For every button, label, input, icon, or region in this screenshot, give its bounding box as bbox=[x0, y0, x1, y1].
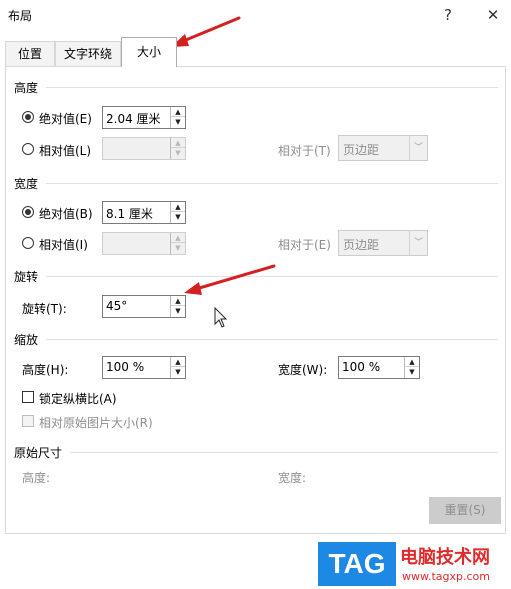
scale-width-label: 宽度(W): bbox=[278, 363, 328, 377]
height-relative-spin-buttons: ▲ ▼ bbox=[170, 138, 185, 159]
scale-height-spin-buttons: ▲ ▼ bbox=[170, 357, 185, 378]
spin-down-icon: ▼ bbox=[175, 149, 181, 157]
spin-up-icon: ▲ bbox=[171, 233, 185, 243]
rotation-value[interactable]: 45° bbox=[106, 299, 127, 313]
height-relative-to-value: 页边距 bbox=[343, 143, 380, 157]
spin-up-icon[interactable]: ▲ bbox=[171, 357, 185, 367]
width-absolute-spinner[interactable]: 8.1 厘米 ▲ ▼ bbox=[102, 201, 186, 224]
scale-width-spinner[interactable]: 100 % ▲ ▼ bbox=[338, 356, 420, 379]
spin-down-icon[interactable]: ▼ bbox=[171, 306, 185, 316]
height-absolute-spin-buttons: ▲ ▼ bbox=[170, 107, 185, 128]
spin-up-icon[interactable]: ▲ bbox=[171, 107, 185, 117]
scale-section-title: 缩放 bbox=[14, 333, 39, 347]
relative-original-size-label[interactable]: 相对原始图片大小(R) bbox=[39, 414, 153, 431]
chevron-down-icon: ﹀ bbox=[409, 136, 427, 160]
height-absolute-label: 绝对值(E) bbox=[39, 112, 92, 126]
width-relative-to-value: 页边距 bbox=[343, 238, 380, 252]
spin-up-icon[interactable]: ▲ bbox=[405, 357, 419, 367]
width-separator bbox=[46, 183, 498, 184]
width-relative-label: 相对值(I) bbox=[39, 238, 88, 252]
height-absolute-spinner[interactable]: 2.04 厘米 ▲ ▼ bbox=[102, 106, 186, 129]
spin-down-icon: ▼ bbox=[175, 244, 181, 252]
reset-button[interactable]: 重置(S) bbox=[429, 497, 501, 524]
annotation-arrow-rotation bbox=[184, 264, 276, 295]
height-relative-label: 相对值(L) bbox=[39, 144, 92, 158]
height-relative-to-select[interactable]: 页边距 ﹀ bbox=[338, 135, 428, 161]
rotation-label: 旋转(T): bbox=[22, 302, 67, 316]
spin-down-icon[interactable]: ▼ bbox=[171, 117, 185, 127]
tab-size[interactable]: 大小 bbox=[121, 37, 177, 67]
width-absolute-spin-buttons: ▲ ▼ bbox=[170, 202, 185, 223]
height-absolute-radio[interactable] bbox=[22, 111, 34, 123]
help-icon[interactable]: ? bbox=[437, 4, 459, 26]
height-relative-radio[interactable] bbox=[22, 143, 34, 155]
rotation-section-title: 旋转 bbox=[14, 270, 39, 284]
tab-position[interactable]: 位置 bbox=[5, 41, 55, 66]
size-panel: 高度 绝对值(E) 2.04 厘米 ▲ ▼ 相对值(L) ▲ ▼ 相对于(T) … bbox=[5, 66, 506, 534]
cursor-icon bbox=[214, 307, 228, 328]
rotation-spin-buttons: ▲ ▼ bbox=[170, 296, 185, 317]
scale-height-value[interactable]: 100 % bbox=[106, 360, 144, 374]
annotation-arrow-tab bbox=[171, 16, 241, 47]
lock-aspect-ratio-checkbox[interactable] bbox=[22, 391, 34, 403]
height-section-title: 高度 bbox=[14, 81, 39, 95]
original-width-label: 宽度: bbox=[278, 471, 307, 485]
close-icon[interactable]: ✕ bbox=[482, 4, 504, 26]
tab-strip: 位置 文字环绕 大小 bbox=[5, 37, 506, 67]
width-relative-spin-buttons: ▲ ▼ bbox=[170, 233, 185, 254]
scale-width-spin-buttons: ▲ ▼ bbox=[404, 357, 419, 378]
watermark-site-name: 电脑技术网 bbox=[400, 547, 490, 568]
height-absolute-value[interactable]: 2.04 厘米 bbox=[106, 110, 161, 127]
spin-down-icon[interactable]: ▼ bbox=[405, 367, 419, 377]
spin-up-icon: ▲ bbox=[171, 138, 185, 148]
spin-up-icon[interactable]: ▲ bbox=[171, 202, 185, 212]
scale-width-value[interactable]: 100 % bbox=[342, 360, 380, 374]
width-relative-to-label: 相对于(E) bbox=[278, 238, 331, 252]
spin-down-icon[interactable]: ▼ bbox=[171, 212, 185, 222]
spin-down-icon[interactable]: ▼ bbox=[171, 367, 185, 377]
width-relative-spinner[interactable]: ▲ ▼ bbox=[102, 232, 186, 255]
height-separator bbox=[46, 87, 498, 88]
watermark-logo: TAG bbox=[318, 542, 396, 586]
chevron-down-icon: ﹀ bbox=[409, 231, 427, 255]
tab-text-wrapping[interactable]: 文字环绕 bbox=[55, 41, 121, 66]
scale-height-label: 高度(H): bbox=[22, 363, 69, 377]
width-relative-to-select[interactable]: 页边距 ﹀ bbox=[338, 230, 428, 256]
watermark-url: www.tagxp.com bbox=[402, 570, 490, 583]
original-size-section-title: 原始尺寸 bbox=[14, 446, 63, 460]
watermark: TAG 电脑技术网 www.tagxp.com bbox=[318, 540, 508, 588]
original-height-label: 高度: bbox=[22, 471, 51, 485]
title-bar: 布局 ? ✕ bbox=[0, 0, 511, 36]
width-absolute-radio[interactable] bbox=[22, 206, 34, 218]
scale-height-spinner[interactable]: 100 % ▲ ▼ bbox=[102, 356, 186, 379]
width-relative-radio[interactable] bbox=[22, 237, 34, 249]
relative-original-size-checkbox[interactable] bbox=[22, 415, 34, 427]
dialog-title: 布局 bbox=[8, 9, 33, 23]
width-absolute-value[interactable]: 8.1 厘米 bbox=[106, 205, 153, 222]
scale-separator bbox=[46, 339, 498, 340]
height-relative-to-label: 相对于(T) bbox=[278, 144, 331, 158]
height-relative-spinner[interactable]: ▲ ▼ bbox=[102, 137, 186, 160]
width-absolute-label: 绝对值(B) bbox=[39, 207, 93, 221]
width-section-title: 宽度 bbox=[14, 177, 39, 191]
lock-aspect-ratio-label[interactable]: 锁定纵横比(A) bbox=[39, 390, 117, 407]
original-size-separator bbox=[70, 452, 498, 453]
rotation-spinner[interactable]: 45° ▲ ▼ bbox=[102, 295, 186, 318]
